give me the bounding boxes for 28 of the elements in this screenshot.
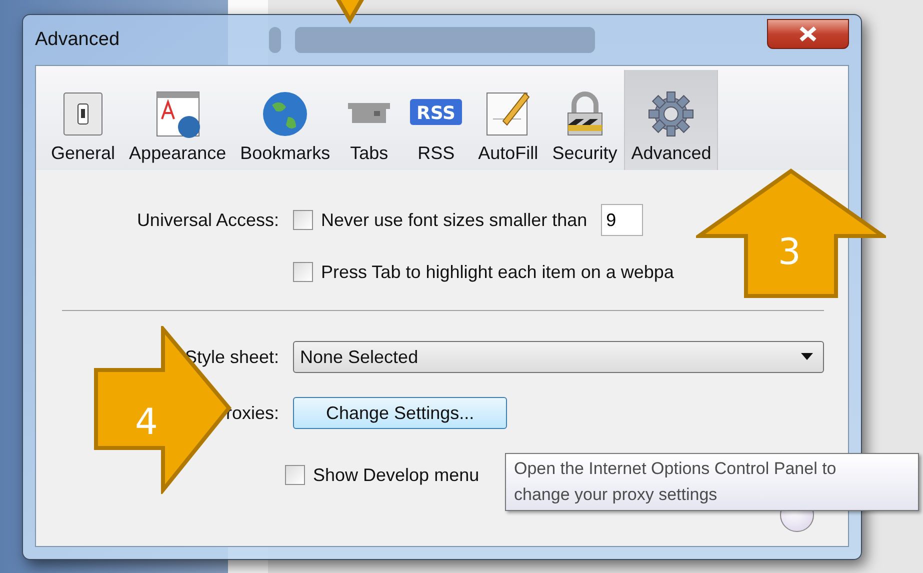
toolbar-tab[interactable]: AutoFill xyxy=(471,70,546,170)
toolbar-tab[interactable]: Security xyxy=(545,70,624,170)
close-button[interactable] xyxy=(767,19,849,49)
change-settings-button[interactable]: Change Settings... xyxy=(293,397,508,429)
blurred-background-mark xyxy=(269,27,281,53)
checkbox[interactable] xyxy=(293,210,313,230)
font-size-field[interactable]: 9 xyxy=(601,204,644,236)
checkbox[interactable] xyxy=(293,262,313,282)
checkbox[interactable] xyxy=(285,465,305,485)
toolbar-tab[interactable]: Appearance xyxy=(122,70,234,170)
gear-icon xyxy=(646,89,696,139)
callout-number: 3 xyxy=(778,232,801,273)
toolbar-tab[interactable]: Advanced xyxy=(624,70,718,170)
window-title: Advanced xyxy=(35,29,121,51)
field-label: roxies: xyxy=(226,402,279,424)
caret-icon xyxy=(801,353,813,361)
toolbar-tab[interactable]: General xyxy=(44,70,122,170)
option-label: Press Tab to highlight each item on a webpa xyxy=(321,262,674,282)
toolbar-tab[interactable]: RSS RSS xyxy=(401,70,472,170)
tooltip: Open the Internet Options Control Panel to change your proxy settings xyxy=(505,453,919,511)
option-label: Show Develop menu xyxy=(313,464,480,486)
field-label: Universal Access: xyxy=(136,210,279,230)
option-label: Never use font sizes smaller than xyxy=(321,210,588,230)
callout-number: 4 xyxy=(135,402,158,443)
close-icon xyxy=(798,26,818,42)
toolbar-tab[interactable]: Tabs xyxy=(337,70,402,170)
style-sheet-dropdown[interactable]: None Selected xyxy=(293,341,824,373)
toolbar-tab[interactable]: Bookmarks xyxy=(233,70,338,170)
